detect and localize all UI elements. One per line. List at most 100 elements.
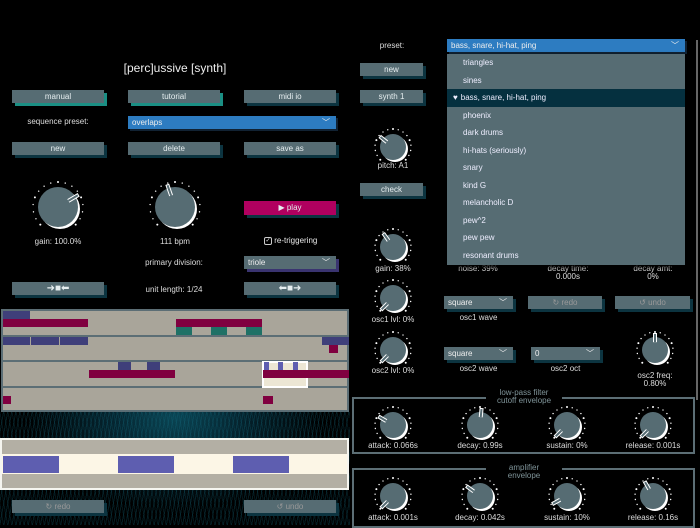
note-tile[interactable] xyxy=(31,337,59,345)
redo-button[interactable]: ↻ redo xyxy=(12,500,104,513)
amp-decay-knob[interactable] xyxy=(459,475,501,517)
amp-sustain-knob[interactable] xyxy=(546,475,588,517)
osc2-wave-select[interactable]: square ﹀ xyxy=(444,347,513,360)
lpf-release-knob[interactable] xyxy=(632,404,674,446)
gain-knob[interactable] xyxy=(30,179,86,235)
knob-tick xyxy=(649,332,651,334)
play-button[interactable]: ▶ play xyxy=(244,201,336,215)
osc2-oct-label: osc2 oct xyxy=(550,364,581,373)
knob-tick xyxy=(199,203,201,206)
synth-gain-knob[interactable] xyxy=(372,226,414,268)
note-tile[interactable] xyxy=(3,319,88,327)
knob-tick xyxy=(636,432,638,435)
knob-tick xyxy=(410,422,412,424)
amp-release-knob[interactable] xyxy=(632,475,674,517)
expand-button[interactable]: ⬅■➜ xyxy=(244,282,336,295)
preset-option[interactable]: resonant drums xyxy=(447,247,685,265)
cell-detail-editor[interactable] xyxy=(0,438,349,490)
note-tile[interactable] xyxy=(3,311,30,319)
osc1-wave-select[interactable]: square ﹀ xyxy=(444,296,513,309)
preset-option[interactable]: hi-hats (seriously) xyxy=(447,142,685,160)
note-tile[interactable] xyxy=(263,396,273,404)
knob-tick xyxy=(404,507,407,510)
note-tile[interactable] xyxy=(246,327,262,335)
tutorial-button[interactable]: tutorial xyxy=(128,90,220,103)
note-tile[interactable] xyxy=(147,362,160,370)
note-tile[interactable] xyxy=(3,396,11,404)
preset-option[interactable]: triangles xyxy=(447,54,685,72)
tempo-knob[interactable] xyxy=(147,179,203,235)
synth-select-button[interactable]: synth 1 xyxy=(360,90,423,103)
knob-tick xyxy=(571,407,573,409)
note-tile[interactable] xyxy=(322,337,349,345)
knob-tick xyxy=(461,493,463,495)
app-title: [perc]ussive [synth] xyxy=(123,61,227,75)
osc2-oct-select[interactable]: 0 ﹀ xyxy=(531,347,600,360)
note-tile[interactable] xyxy=(89,370,175,378)
note-tile[interactable] xyxy=(293,362,298,370)
preset-option[interactable]: melancholic D xyxy=(447,194,685,212)
knob-tick xyxy=(552,412,554,415)
sequence-preset-select[interactable]: overlaps ﹀ xyxy=(128,116,336,129)
save-as-button[interactable]: save as xyxy=(244,142,336,155)
preset-option[interactable]: kind G xyxy=(447,177,685,195)
preset-option[interactable]: snary xyxy=(447,159,685,177)
note-tile[interactable] xyxy=(118,362,131,370)
preset-option[interactable]: dark drums xyxy=(447,124,685,142)
preset-option[interactable]: pew^2 xyxy=(447,212,685,230)
undo-button[interactable]: ↺ undo xyxy=(244,500,336,513)
new-synth-button[interactable]: new xyxy=(360,63,423,76)
osc2-level-knob[interactable] xyxy=(372,329,414,371)
note-tile[interactable] xyxy=(263,370,349,378)
note-tile[interactable] xyxy=(278,362,283,370)
subnote-tile[interactable] xyxy=(233,456,289,473)
knob-tick xyxy=(402,282,404,284)
knob-tick xyxy=(81,211,84,213)
knob-tick xyxy=(668,337,670,340)
preset-dropdown-list[interactable]: triangles sines ♥ bass, snare, hi-hat, ping… xyxy=(447,54,685,265)
preset-option[interactable]: pew pew xyxy=(447,229,685,247)
note-tile[interactable] xyxy=(176,327,192,335)
preset-option[interactable]: sines xyxy=(447,72,685,90)
note-tile[interactable] xyxy=(329,345,338,353)
knob-body xyxy=(467,483,493,509)
sequencer-grid[interactable] xyxy=(1,309,349,412)
knob-tick xyxy=(582,432,584,435)
delete-sequence-button[interactable]: delete xyxy=(128,142,220,155)
amp-attack-knob[interactable] xyxy=(372,475,414,517)
osc1-level-knob[interactable] xyxy=(372,277,414,319)
preset-option[interactable]: ♥ bass, snare, hi-hat, ping xyxy=(447,89,685,107)
knob-tick xyxy=(561,478,563,480)
retrigger-checkbox[interactable]: ✓ re-triggering xyxy=(264,236,317,245)
knob-tick xyxy=(374,249,377,252)
knob-tick xyxy=(404,361,407,364)
knob-tick xyxy=(549,417,552,420)
check-button[interactable]: check xyxy=(360,183,423,196)
note-tile[interactable] xyxy=(211,327,227,335)
retrigger-label: re-triggering xyxy=(274,236,318,245)
amp-decay-label: decay: 0.042s xyxy=(455,513,505,522)
new-sequence-button[interactable]: new xyxy=(12,142,104,155)
synth-redo-button[interactable]: ↻ redo xyxy=(528,296,602,309)
note-tile[interactable] xyxy=(3,337,30,345)
note-tile[interactable] xyxy=(176,319,262,327)
subnote-tile[interactable] xyxy=(3,456,59,473)
knob-tick xyxy=(374,347,376,349)
note-tile[interactable] xyxy=(60,337,88,345)
knob-tick xyxy=(374,422,376,424)
primary-division-select[interactable]: triole ﹀ xyxy=(244,256,336,269)
synth-preset-select[interactable]: bass, snare, hi-hat, ping ﹀ xyxy=(447,39,685,52)
lpf-decay-knob[interactable] xyxy=(459,404,501,446)
osc2-freq-knob[interactable] xyxy=(634,329,676,371)
lpf-sustain-knob[interactable] xyxy=(546,404,588,446)
scrollbar[interactable] xyxy=(696,40,698,400)
note-tile[interactable] xyxy=(264,362,269,370)
lpf-attack-knob[interactable] xyxy=(372,404,414,446)
manual-button[interactable]: manual xyxy=(12,90,104,103)
preset-option[interactable]: phoenix xyxy=(447,107,685,125)
contract-button[interactable]: ➜■⬅ xyxy=(12,282,104,295)
synth-undo-button[interactable]: ↺ undo xyxy=(615,296,690,309)
subnote-tile[interactable] xyxy=(118,456,174,473)
knob-tick xyxy=(465,483,467,486)
midi-io-button[interactable]: midi io xyxy=(244,90,336,103)
